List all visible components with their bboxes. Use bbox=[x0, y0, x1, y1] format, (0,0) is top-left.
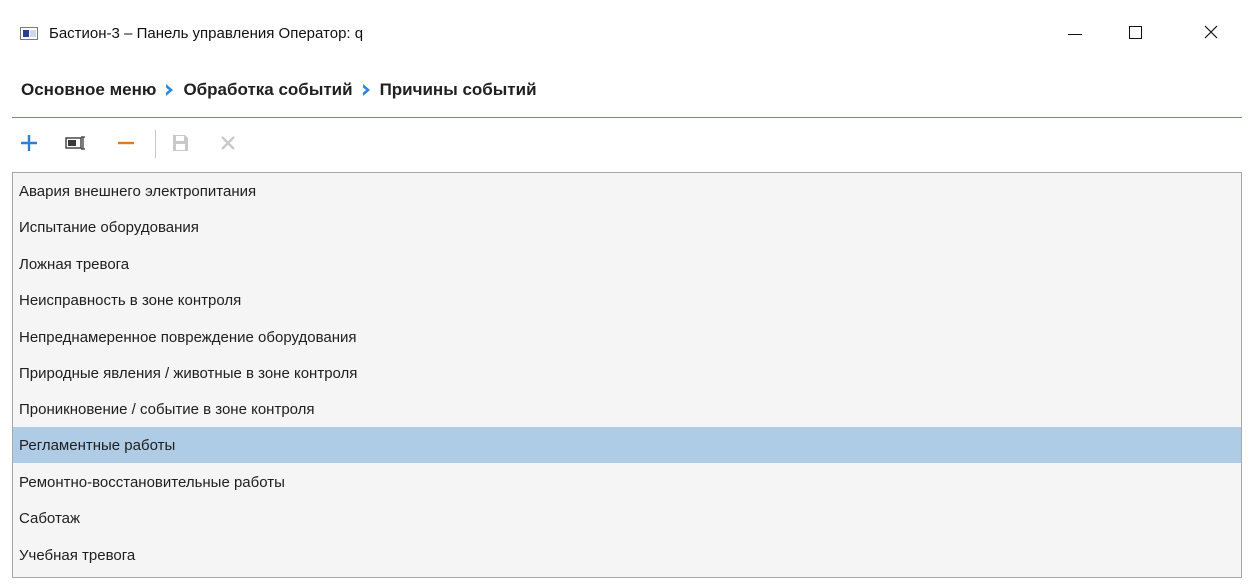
list-item[interactable]: Непреднамеренное повреждение оборудовани… bbox=[13, 319, 1241, 355]
list-item[interactable]: Ремонтно-восстановительные работы bbox=[13, 464, 1241, 500]
rename-icon bbox=[65, 136, 85, 150]
list-item-selected[interactable]: Регламентные работы bbox=[13, 427, 1241, 463]
add-button[interactable] bbox=[16, 130, 42, 156]
add-icon bbox=[21, 135, 37, 151]
save-button[interactable] bbox=[167, 130, 193, 156]
toolbar-separator bbox=[155, 130, 156, 158]
list-item[interactable]: Проникновение / событие в зоне контроля bbox=[13, 391, 1241, 427]
list-item[interactable]: Учебная тревога bbox=[13, 537, 1241, 573]
rename-button[interactable] bbox=[63, 130, 89, 156]
minimize-icon bbox=[1068, 33, 1082, 35]
toolbar bbox=[12, 128, 272, 160]
delete-button[interactable] bbox=[215, 130, 241, 156]
list-item[interactable]: Испытание оборудования bbox=[13, 209, 1241, 245]
window-title: Бастион-3 – Панель управления Оператор: … bbox=[49, 25, 364, 42]
save-icon bbox=[173, 135, 188, 151]
close-button[interactable] bbox=[1188, 12, 1234, 52]
delete-icon bbox=[221, 136, 235, 150]
breadcrumb-item-event-reasons: Причины событий bbox=[379, 80, 537, 99]
list-item[interactable]: Природные явления / животные в зоне конт… bbox=[13, 355, 1241, 391]
list-item[interactable]: Неисправность в зоне контроля bbox=[13, 282, 1241, 318]
list-item[interactable]: Саботаж bbox=[13, 500, 1241, 536]
header-divider bbox=[12, 117, 1242, 118]
list-item[interactable]: Авария внешнего электропитания bbox=[13, 173, 1241, 209]
list-item[interactable]: Ложная тревога bbox=[13, 246, 1241, 282]
breadcrumb: Основное меню Обработка событий Причины … bbox=[21, 78, 537, 102]
remove-button[interactable] bbox=[113, 130, 139, 156]
minimize-button[interactable] bbox=[1052, 12, 1098, 52]
title-bar: Бастион-3 – Панель управления Оператор: … bbox=[0, 0, 1254, 64]
remove-icon bbox=[118, 141, 134, 145]
chevron-right-icon bbox=[166, 84, 174, 96]
maximize-button[interactable] bbox=[1112, 12, 1158, 52]
breadcrumb-item-event-processing[interactable]: Обработка событий bbox=[183, 80, 352, 100]
event-reasons-list[interactable]: Авария внешнего электропитания Испытание… bbox=[12, 172, 1242, 578]
window-app-icon bbox=[20, 27, 38, 40]
breadcrumb-item-main-menu[interactable]: Основное меню bbox=[21, 80, 156, 100]
chevron-right-icon bbox=[362, 84, 370, 96]
close-icon bbox=[1204, 25, 1218, 39]
maximize-icon bbox=[1128, 25, 1142, 39]
